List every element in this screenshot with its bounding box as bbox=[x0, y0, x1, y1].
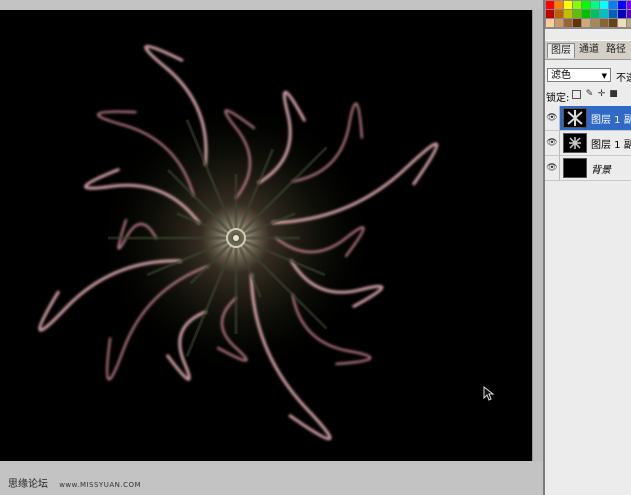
fractal-artwork bbox=[38, 44, 439, 441]
color-swatch[interactable] bbox=[609, 10, 617, 18]
layer-row[interactable]: 👁 图层 1 副本 bbox=[545, 106, 631, 131]
layer-row[interactable]: 👁 背景 bbox=[545, 156, 631, 181]
color-swatch[interactable] bbox=[582, 10, 590, 18]
color-swatch[interactable] bbox=[591, 19, 599, 27]
move-lock-icon[interactable]: ✛ bbox=[597, 90, 606, 99]
color-swatch[interactable] bbox=[600, 10, 608, 18]
lock-transparency-icon[interactable] bbox=[572, 90, 581, 99]
color-swatch[interactable] bbox=[609, 1, 617, 9]
right-panels: 图层 通道 路径 滤色 ▼ 不透 锁定: ✎ ✛ ■ 👁 图层 1 副本 👁 图… bbox=[545, 0, 631, 495]
layer-name[interactable]: 图层 1 副本 bbox=[591, 111, 631, 126]
color-swatch[interactable] bbox=[582, 1, 590, 9]
color-swatch[interactable] bbox=[591, 1, 599, 9]
status-bar: 思缘论坛 www.MISSYUAN.COM bbox=[0, 476, 141, 494]
image-canvas[interactable] bbox=[0, 10, 532, 461]
color-swatch[interactable] bbox=[618, 1, 626, 9]
brush-lock-icon[interactable]: ✎ bbox=[585, 90, 594, 99]
color-swatch[interactable] bbox=[627, 10, 631, 18]
eye-icon[interactable]: 👁 bbox=[545, 156, 560, 180]
color-swatch[interactable] bbox=[564, 1, 572, 9]
swatches-panel[interactable] bbox=[545, 0, 631, 29]
color-swatch[interactable] bbox=[573, 19, 581, 27]
tab-channels[interactable]: 通道 bbox=[576, 43, 602, 57]
color-swatch[interactable] bbox=[546, 1, 554, 9]
color-swatch[interactable] bbox=[564, 19, 572, 27]
color-swatch[interactable] bbox=[600, 19, 608, 27]
chevron-down-icon: ▼ bbox=[601, 72, 607, 80]
layers-tabbar: 图层 通道 路径 bbox=[545, 40, 631, 60]
layer-thumbnail bbox=[563, 133, 587, 153]
color-swatch[interactable] bbox=[582, 19, 590, 27]
color-swatch[interactable] bbox=[627, 19, 631, 27]
color-swatch[interactable] bbox=[564, 10, 572, 18]
eye-icon[interactable]: 👁 bbox=[545, 131, 560, 155]
color-swatch[interactable] bbox=[573, 10, 581, 18]
tab-layers[interactable]: 图层 bbox=[547, 43, 575, 58]
lock-label: 锁定: bbox=[546, 93, 570, 104]
document-workspace: 思缘论坛 www.MISSYUAN.COM bbox=[0, 0, 544, 495]
color-swatch[interactable] bbox=[573, 1, 581, 9]
tab-paths[interactable]: 路径 bbox=[603, 43, 629, 57]
layer-row[interactable]: 👁 图层 1 副本 bbox=[545, 131, 631, 156]
color-swatch[interactable] bbox=[555, 19, 563, 27]
color-swatch[interactable] bbox=[627, 1, 631, 9]
color-swatch[interactable] bbox=[600, 1, 608, 9]
color-swatch[interactable] bbox=[609, 19, 617, 27]
color-swatch[interactable] bbox=[618, 10, 626, 18]
blend-mode-select[interactable]: 滤色 ▼ bbox=[547, 68, 611, 82]
opacity-label[interactable]: 不透 bbox=[616, 69, 631, 84]
color-swatch[interactable] bbox=[618, 19, 626, 27]
layer-thumbnail bbox=[563, 108, 587, 128]
lock-row: 锁定: ✎ ✛ ■ bbox=[545, 89, 631, 105]
forum-url: www.MISSYUAN.COM bbox=[59, 481, 142, 489]
blend-mode-value: 滤色 bbox=[551, 70, 571, 81]
blend-row: 滤色 ▼ 不透 bbox=[545, 66, 631, 84]
color-swatch[interactable] bbox=[546, 19, 554, 27]
eye-icon[interactable]: 👁 bbox=[545, 106, 560, 130]
layer-name[interactable]: 图层 1 副本 bbox=[591, 136, 631, 151]
forum-name: 思缘论坛 bbox=[8, 479, 48, 490]
color-swatch[interactable] bbox=[591, 10, 599, 18]
color-swatch[interactable] bbox=[555, 1, 563, 9]
color-swatch[interactable] bbox=[546, 10, 554, 18]
layer-thumbnail bbox=[563, 158, 587, 178]
all-lock-icon[interactable]: ■ bbox=[609, 90, 618, 99]
color-swatch[interactable] bbox=[555, 10, 563, 18]
pointer-cursor-icon bbox=[483, 386, 495, 401]
layer-name[interactable]: 背景 bbox=[591, 161, 611, 176]
